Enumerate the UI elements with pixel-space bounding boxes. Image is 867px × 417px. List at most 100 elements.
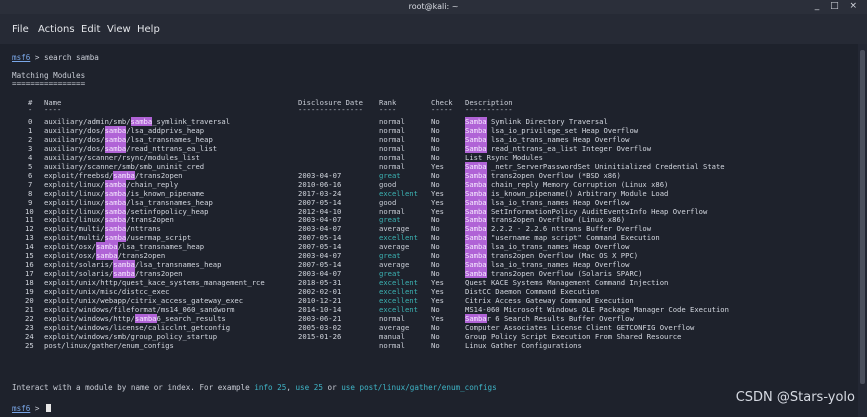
col-rank-underline: ----	[379, 105, 397, 114]
module-description: Samba SetInformationPolicy AuditEventsIn…	[465, 206, 708, 216]
module-name: exploit/windows/fileformat/ms14_060_sand…	[44, 304, 235, 314]
module-description: Samba lsa_io_trans_names Heap Overflow	[465, 197, 630, 207]
module-index: 0	[28, 117, 33, 126]
search-match-highlight: Samba	[465, 215, 487, 225]
table-row: 15 exploit/osx/samba/trans2open 2003-04-07…	[0, 251, 858, 261]
search-match-highlight: Samba	[465, 117, 487, 126]
module-name: exploit/windows/license/calicclnt_getcon…	[44, 322, 231, 332]
module-name: exploit/multi/samba/usermap_script	[44, 233, 192, 243]
module-check: No	[431, 340, 440, 350]
search-match-highlight: Samba	[465, 179, 487, 189]
search-match-highlight: Samba	[465, 233, 487, 243]
table-row: 22 exploit/windows/http/samba6_search_res…	[0, 313, 858, 323]
disclosure-date: 2018-05-31	[298, 278, 342, 288]
module-check: No	[431, 117, 440, 126]
module-check: Yes	[431, 313, 444, 323]
command-line: msf6 > search samba	[12, 53, 99, 62]
menu-actions[interactable]: Actions	[38, 24, 75, 35]
search-match-highlight: samba	[104, 206, 127, 216]
module-rank: excellent	[379, 278, 418, 288]
module-rank: great	[379, 170, 401, 180]
search-match-highlight: samba	[104, 125, 127, 135]
module-index: 23	[25, 322, 34, 332]
module-description: Samba lsa_io_trans_names Heap Overflow	[465, 260, 630, 270]
module-check: No	[431, 179, 440, 189]
usage-hint: Interact with a module by name or index.…	[12, 383, 497, 392]
disclosure-date: 2015-01-26	[298, 331, 342, 341]
hint-use-path-cmd: use post/linux/gather/enum_configs	[341, 383, 497, 392]
module-description: Sambar 6 Search Results Buffer Overflow	[465, 313, 634, 323]
module-index: 15	[25, 251, 34, 261]
module-index: 1	[28, 125, 33, 135]
module-name: exploit/multi/samba/nttrans	[44, 224, 161, 234]
msf-prompt: msf6	[12, 53, 31, 62]
table-row: 5 auxiliary/scanner/smb/smb_uninit_cred no…	[0, 161, 858, 171]
menu-help[interactable]: Help	[137, 24, 160, 35]
search-match-highlight: samba	[104, 197, 127, 207]
module-rank: great	[379, 215, 401, 225]
module-rank: normal	[379, 161, 405, 171]
window-titlebar: root@kali: ~ _ □ ×	[0, 0, 867, 14]
module-name: auxiliary/dos/samba/lsa_transnames_heap	[44, 134, 213, 144]
search-match-highlight: Samba	[465, 224, 487, 234]
module-rank: normal	[379, 117, 405, 126]
input-line[interactable]: msf6 >	[12, 404, 52, 413]
search-match-highlight: Samba	[465, 251, 487, 261]
menu-file[interactable]: File	[12, 24, 29, 35]
search-match-highlight: samba	[95, 251, 118, 261]
module-description: Samba trans2open Overflow (Linux x86)	[465, 215, 626, 225]
module-name: exploit/unix/http/quest_kace_systems_man…	[44, 278, 265, 288]
module-description: Samba "username map script" Command Exec…	[465, 233, 660, 243]
module-check: No	[431, 269, 440, 279]
module-name: exploit/windows/http/samba6_search_resul…	[44, 313, 226, 323]
disclosure-date: 2005-03-02	[298, 322, 342, 332]
module-index: 16	[25, 260, 34, 270]
search-match-highlight: Samba	[465, 197, 487, 207]
module-rank: normal	[379, 134, 405, 144]
search-match-highlight: samba	[104, 179, 127, 189]
table-row: 19 exploit/unix/misc/distcc_exec 2002-02-0…	[0, 287, 858, 296]
terminal-scrollbar[interactable]	[858, 44, 867, 417]
table-row: 16 exploit/solaris/samba/lsa_transnames_h…	[0, 260, 858, 270]
module-index: 2	[28, 134, 33, 144]
table-row: 18 exploit/unix/http/quest_kace_systems_m…	[0, 278, 858, 287]
search-match-highlight: samba	[104, 224, 127, 234]
table-row: 9 exploit/linux/samba/lsa_transnames_heap…	[0, 197, 858, 207]
module-check: No	[431, 304, 440, 314]
module-name: post/linux/gather/enum_configs	[44, 340, 174, 350]
table-row: 3 auxiliary/dos/samba/read_nttrans_ea_lis…	[0, 143, 858, 153]
search-match-highlight: samba	[130, 117, 153, 126]
module-index: 22	[25, 313, 34, 323]
module-description: Computer Associates License Client GETCO…	[465, 322, 695, 332]
module-rank: manual	[379, 331, 405, 341]
module-name: exploit/solaris/samba/lsa_transnames_hea…	[44, 260, 222, 270]
disclosure-date: 2002-02-01	[298, 287, 342, 297]
module-index: 12	[25, 224, 34, 234]
module-check: No	[431, 331, 440, 341]
search-match-highlight: samba	[104, 134, 127, 144]
module-index: 8	[28, 188, 33, 198]
module-name: exploit/linux/samba/chain_reply	[44, 179, 179, 189]
hint-info-cmd: info 25	[254, 383, 287, 392]
module-check: No	[431, 215, 440, 225]
terminal-area[interactable]: msf6 > search samba Matching Modules ===…	[0, 44, 858, 417]
module-description: Samba chain_reply Memory Corruption (Lin…	[465, 179, 669, 189]
module-check: No	[431, 134, 440, 144]
msf-prompt-2: msf6	[12, 404, 31, 413]
menu-view[interactable]: View	[107, 24, 131, 35]
table-row: 12 exploit/multi/samba/nttrans 2003-04-07 a…	[0, 224, 858, 234]
module-name: exploit/osx/samba/lsa_transnames_heap	[44, 242, 205, 252]
table-row: 17 exploit/solaris/samba/trans2open 2003-0…	[0, 269, 858, 279]
window-title: root@kali: ~	[408, 2, 459, 11]
menu-edit[interactable]: Edit	[81, 24, 100, 35]
window-controls[interactable]: _ □ ×	[815, 1, 861, 11]
module-check: Yes	[431, 206, 444, 216]
module-check: No	[431, 170, 440, 180]
scrollbar-thumb[interactable]	[860, 50, 865, 384]
module-check: No	[431, 233, 440, 243]
module-name: exploit/linux/samba/is_known_pipename	[44, 188, 205, 198]
table-row: 0 auxiliary/admin/smb/samba_symlink_trave…	[0, 117, 858, 126]
module-index: 3	[28, 143, 33, 153]
section-underline: ================	[12, 79, 86, 88]
module-index: 14	[25, 242, 34, 252]
